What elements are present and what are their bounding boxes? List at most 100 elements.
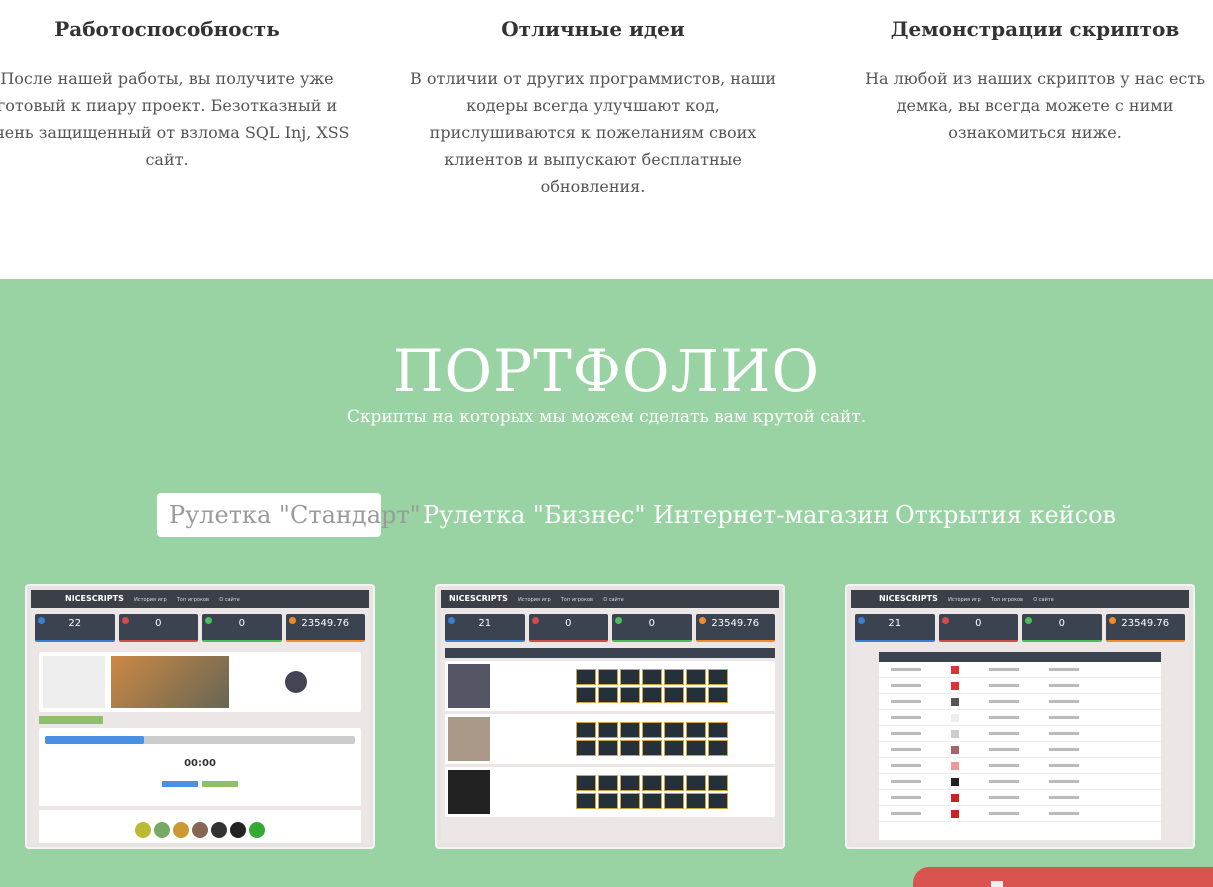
avatar (154, 822, 170, 838)
feature-title: Работоспособность (54, 17, 280, 41)
feature-reliability: Работоспособность После нашей работы, вы… (0, 15, 352, 173)
stat-card: 0 (202, 614, 282, 642)
preview-stats: 22 0 0 23549.76 (31, 608, 369, 648)
screenshot-preview: NICESCRIPTS История игр Топ игроков О са… (851, 590, 1189, 843)
stat-card: 23549.76 (285, 614, 365, 642)
preview-nav-item: Топ игроков (990, 597, 1023, 603)
top-winners-table (879, 652, 1161, 840)
portfolio-thumb[interactable]: NICESCRIPTS История игр Топ игроков О са… (25, 584, 375, 849)
screenshot-preview: NICESCRIPTS История игр Топ игроков О са… (31, 590, 369, 843)
stat-card: 0 (612, 614, 692, 642)
giveaway-banner (111, 656, 229, 708)
image-icon (991, 881, 1003, 887)
preview-nav-item: История игр (134, 597, 167, 603)
stat-value: 23549.76 (1121, 618, 1170, 629)
table-row (879, 694, 1161, 710)
stat-card: 0 (528, 614, 608, 642)
preview-stats: 21 0 0 23549.76 (441, 608, 779, 648)
preview-user (235, 656, 357, 708)
stat-icon (615, 617, 622, 624)
stat-card: 0 (118, 614, 198, 642)
stat-icon (1108, 617, 1116, 624)
stat-value: 0 (648, 618, 655, 629)
stat-value: 0 (565, 618, 572, 629)
feature-text: После нашей работы, вы получите уже гото… (0, 69, 350, 169)
preview-sidebar (43, 656, 105, 708)
table-row (879, 726, 1161, 742)
avatar (230, 822, 246, 838)
stat-icon (288, 617, 296, 624)
avatar (249, 822, 265, 838)
feature-demos: Демонстрации скриптов На любой из наших … (850, 15, 1213, 146)
stat-value: 0 (975, 618, 982, 629)
case-history-row (445, 714, 775, 764)
preview-nav-item: О сайте (1033, 597, 1054, 603)
portfolio-thumb[interactable]: NICESCRIPTS История игр Топ игроков О са… (435, 584, 785, 849)
avatar (448, 717, 490, 761)
avatar (192, 822, 208, 838)
preview-nav-item: О сайте (219, 597, 240, 603)
tab-roulette-business[interactable]: Рулетка "Бизнес" (411, 493, 657, 537)
portfolio-tabs: Рулетка "Стандарт" Рулетка "Бизнес" Инте… (0, 493, 1213, 537)
stat-card: 23549.76 (1105, 614, 1185, 642)
table-row (879, 710, 1161, 726)
stat-card: 0 (938, 614, 1018, 642)
feature-text: На любой из наших скриптов у нас есть де… (865, 69, 1205, 142)
preview-nav-item: Топ игроков (176, 597, 209, 603)
stat-icon (858, 617, 865, 624)
item-grid (576, 775, 728, 809)
avatar (173, 822, 189, 838)
table-row (879, 758, 1161, 774)
stat-value: 21 (888, 618, 902, 629)
preview-nav-item: История игр (948, 597, 981, 603)
portfolio-subtitle: Скрипты на которых мы можем сделать вам … (346, 407, 867, 427)
stat-card: 22 (35, 614, 115, 642)
avatar (135, 822, 151, 838)
table-row (879, 662, 1161, 678)
preview-nav-item: Топ игроков (560, 597, 593, 603)
case-history-row (445, 767, 775, 817)
preview-brand: NICESCRIPTS (879, 594, 938, 603)
preview-brand: NICESCRIPTS (65, 594, 124, 603)
tab-roulette-standard[interactable]: Рулетка "Стандарт" (157, 493, 421, 537)
preview-players (39, 810, 361, 843)
stat-card: 21 (445, 614, 525, 642)
avatar (285, 671, 307, 693)
stat-icon (941, 617, 949, 624)
stat-icon (698, 617, 706, 624)
table-row (879, 774, 1161, 790)
preview-buttons (39, 781, 361, 787)
preview-stats: 21 0 0 23549.76 (851, 608, 1189, 648)
stat-icon (448, 617, 455, 624)
item-grid (576, 722, 728, 756)
feature-title: Демонстрации скриптов (890, 17, 1180, 41)
preview-game-panel: 00:00 (39, 728, 361, 806)
preview-button (162, 781, 198, 787)
item-grid (576, 669, 728, 703)
feature-text: В отличии от других программистов, наши … (409, 69, 776, 196)
avatar (448, 770, 490, 814)
portfolio-thumb[interactable]: NICESCRIPTS История игр Топ игроков О са… (845, 584, 1195, 849)
case-history-row (445, 661, 775, 711)
stat-icon (1025, 617, 1032, 624)
screenshot-preview: NICESCRIPTS История игр Топ игроков О са… (441, 590, 779, 843)
preview-banner-row (39, 652, 361, 712)
progress-fill (45, 736, 145, 744)
stat-value: 0 (238, 618, 245, 629)
stat-icon (38, 617, 45, 624)
preview-tab (39, 716, 103, 724)
portfolio-title: ПОРТФОЛИО (392, 337, 821, 405)
stat-value: 0 (155, 618, 162, 629)
progress-bar (45, 736, 355, 744)
table-row (879, 790, 1161, 806)
feature-ideas: Отличные идеи В отличии от других програ… (408, 15, 778, 200)
preview-nav: NICESCRIPTS История игр Топ игроков О са… (441, 590, 779, 608)
floating-action-button[interactable] (913, 867, 1213, 887)
preview-header-bar (445, 648, 775, 658)
preview-nav-item: О сайте (603, 597, 624, 603)
stat-value: 22 (68, 618, 82, 629)
tab-case-opening[interactable]: Открытия кейсов (883, 493, 1128, 537)
preview-nav: NICESCRIPTS История игр Топ игроков О са… (851, 590, 1189, 608)
stat-value: 23549.76 (301, 618, 350, 629)
tab-online-store[interactable]: Интернет-магазин (641, 493, 901, 537)
